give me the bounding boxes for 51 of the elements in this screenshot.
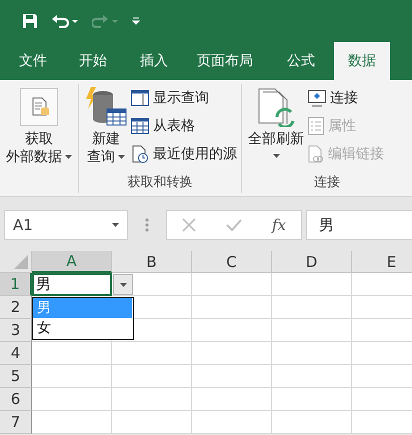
monitor-icon xyxy=(308,90,326,106)
column-header[interactable]: C xyxy=(192,251,272,273)
ribbon-button[interactable]: 从表格 xyxy=(131,114,237,138)
list-icon xyxy=(308,117,324,135)
row-header[interactable]: 1 xyxy=(0,273,32,296)
redo-icon[interactable] xyxy=(92,14,118,28)
ribbon-tab[interactable]: 插入 xyxy=(126,42,182,80)
ribbon-button[interactable]: 显示查询 xyxy=(131,86,237,110)
ribbon-button[interactable]: 连接 xyxy=(308,86,384,110)
row-header[interactable]: 2 xyxy=(0,296,32,319)
corner-triangle-icon[interactable] xyxy=(14,255,28,269)
active-cell[interactable]: 男 xyxy=(32,273,112,296)
row-header[interactable]: 6 xyxy=(0,388,32,411)
ribbon-tab[interactable]: 页面布局 xyxy=(182,42,268,80)
undo-icon[interactable] xyxy=(52,14,78,28)
document-clock-icon xyxy=(131,145,149,163)
dropdown-button[interactable] xyxy=(113,274,133,295)
name-box[interactable]: A1 xyxy=(4,210,128,240)
insert-function-button[interactable]: fx xyxy=(272,216,286,234)
grip-icon[interactable] xyxy=(145,218,149,232)
ribbon-button[interactable]: 获取 外部数据 xyxy=(4,84,74,173)
row-header[interactable]: 3 xyxy=(0,319,32,342)
column-header[interactable]: A xyxy=(32,251,112,273)
table-icon xyxy=(131,118,149,134)
ribbon-tab[interactable]: 文件 xyxy=(6,42,60,80)
close-icon[interactable] xyxy=(182,218,196,232)
window-icon xyxy=(131,90,149,106)
ribbon-button[interactable]: 最近使用的源 xyxy=(131,142,237,166)
document-database-icon xyxy=(20,88,58,126)
ribbon-tab[interactable]: 开始 xyxy=(60,42,126,80)
database-lightning-icon xyxy=(85,87,127,127)
ribbon-button[interactable]: 新建 查询 xyxy=(83,84,129,173)
customize-menu-icon[interactable] xyxy=(132,17,140,25)
column-header[interactable]: D xyxy=(272,251,352,273)
ribbon-tab[interactable]: 数据 xyxy=(334,42,390,80)
row-header[interactable]: 7 xyxy=(0,411,32,434)
row-header[interactable]: 4 xyxy=(0,342,32,365)
caret-icon xyxy=(112,223,119,227)
ribbon-button[interactable]: 全部刷新 xyxy=(246,84,306,173)
row-header[interactable]: 5 xyxy=(0,365,32,388)
ribbon-tab[interactable]: 公式 xyxy=(268,42,334,80)
checkmark-icon[interactable] xyxy=(226,219,242,231)
caret-icon xyxy=(120,282,126,286)
save-icon[interactable] xyxy=(22,13,38,29)
column-header[interactable]: B xyxy=(112,251,192,273)
formula-input[interactable]: 男 xyxy=(306,210,412,240)
group-label: 连接 xyxy=(313,174,341,192)
select-all-corner[interactable] xyxy=(0,251,32,273)
group-label: 获取和转换 xyxy=(126,174,194,192)
column-header[interactable]: E xyxy=(352,251,412,273)
document-link-icon xyxy=(308,145,324,163)
